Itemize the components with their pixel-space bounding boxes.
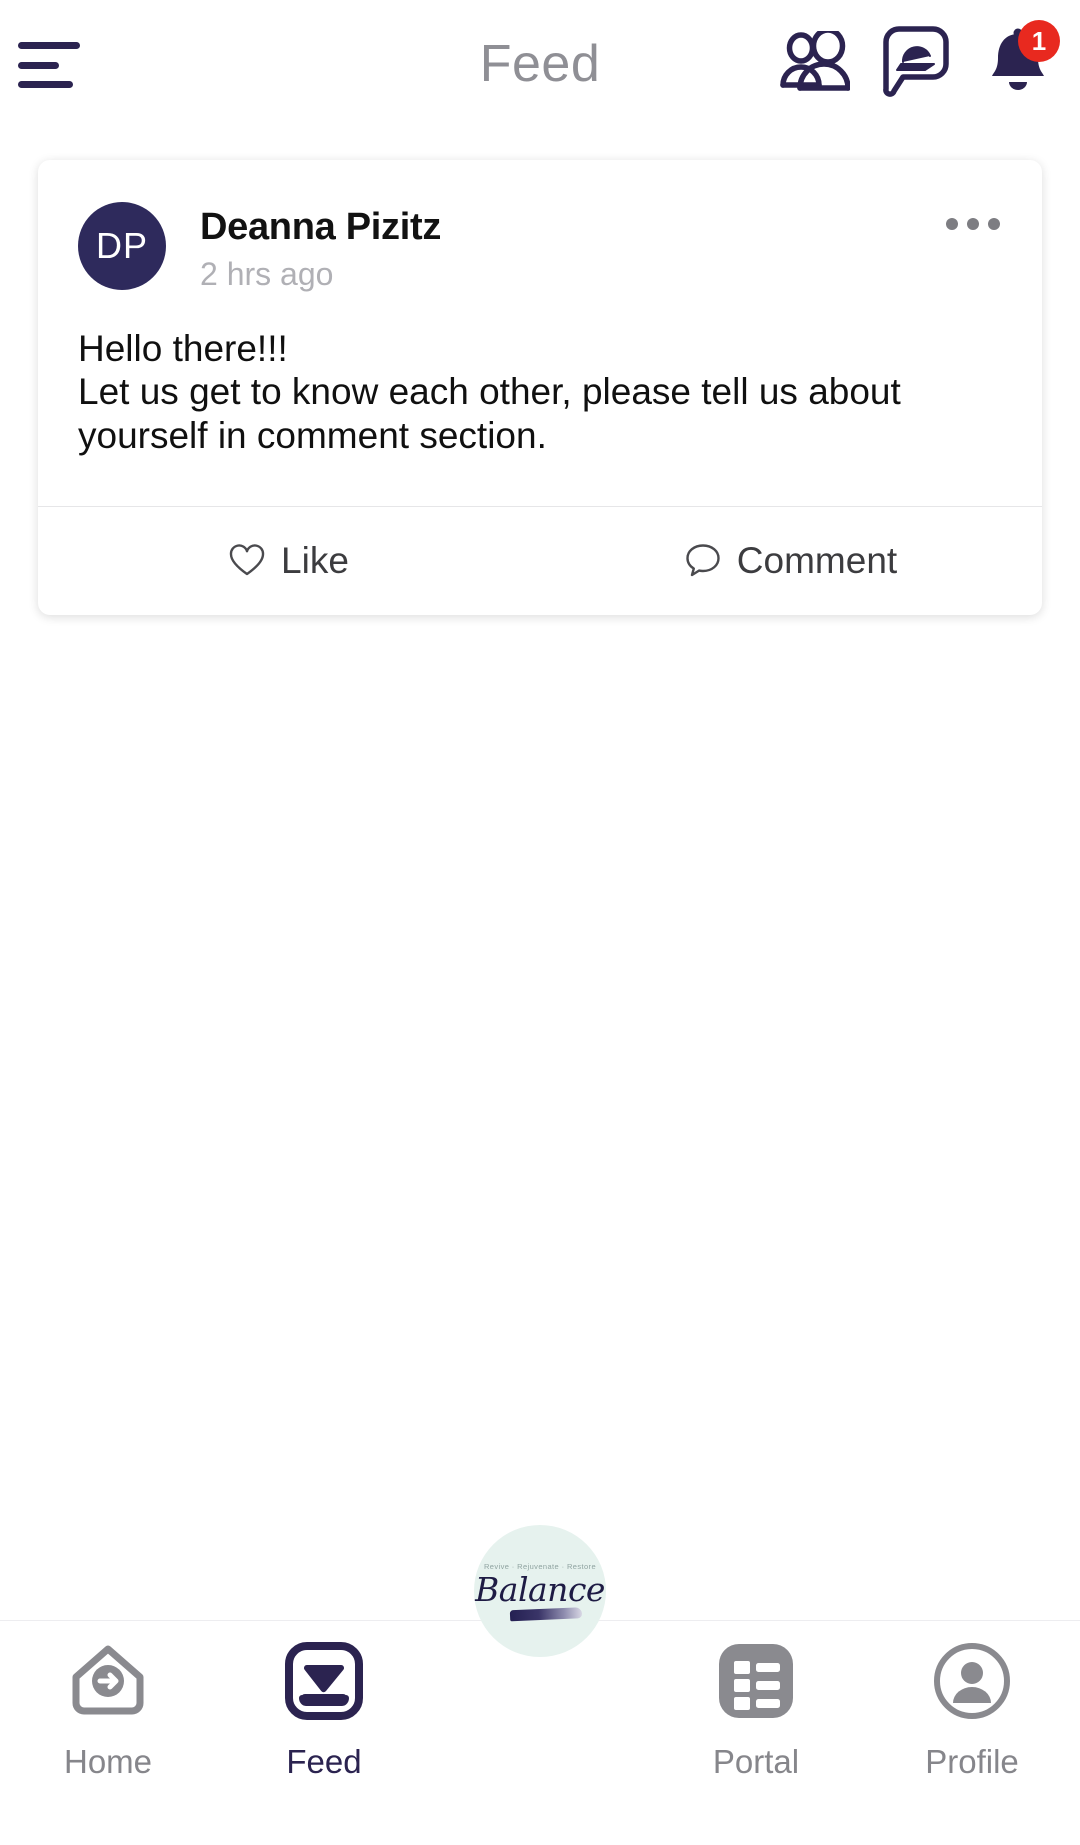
logo-wordmark: Balance xyxy=(475,1570,605,1609)
nav-item-portal[interactable]: Portal xyxy=(648,1639,864,1778)
logo-brush-stroke xyxy=(509,1607,583,1622)
speech-bubble-icon xyxy=(685,543,721,578)
app-header: Feed 1 xyxy=(0,0,1080,128)
like-label: Like xyxy=(281,539,349,581)
list-grid-icon xyxy=(717,1639,795,1723)
heart-outline-icon xyxy=(229,544,265,577)
nav-item-profile[interactable]: Profile xyxy=(864,1639,1080,1778)
notification-badge: 1 xyxy=(1018,20,1060,62)
post-meta: Deanna Pizitz 2 hrs ago xyxy=(200,202,441,293)
nav-label-feed: Feed xyxy=(286,1743,362,1780)
more-options-icon[interactable] xyxy=(938,204,1008,244)
avatar: DP xyxy=(78,202,166,290)
people-icon[interactable] xyxy=(774,22,854,102)
nav-label-profile: Profile xyxy=(925,1743,1019,1780)
dot-3 xyxy=(988,218,1000,230)
post-body-text: Hello there!!! Let us get to know each o… xyxy=(78,327,901,456)
app-root: Feed 1 DP Deanna Pizitz 2 hrs ago Hello … xyxy=(0,0,1080,1845)
comment-button[interactable]: Comment xyxy=(540,540,1042,582)
person-circle-icon xyxy=(932,1639,1012,1723)
nav-item-home[interactable]: Home xyxy=(0,1639,216,1778)
nav-label-portal: Portal xyxy=(712,1743,800,1780)
bell-icon[interactable]: 1 xyxy=(978,20,1060,102)
balance-logo[interactable]: Revive · Rejuvenate · Restore Balance xyxy=(474,1525,606,1657)
comment-label: Comment xyxy=(736,539,898,581)
post-card: DP Deanna Pizitz 2 hrs ago Hello there!!… xyxy=(38,160,1042,615)
home-arrow-icon xyxy=(66,1639,150,1723)
post-header: DP Deanna Pizitz 2 hrs ago xyxy=(38,160,1042,301)
chat-cap-icon[interactable] xyxy=(876,22,956,102)
dot-2 xyxy=(967,218,979,230)
post-actions: Like Comment xyxy=(38,507,1042,615)
feed-inbox-icon xyxy=(284,1639,364,1723)
like-button[interactable]: Like xyxy=(38,540,540,582)
post-timestamp: 2 hrs ago xyxy=(200,255,334,292)
post-author-name: Deanna Pizitz xyxy=(200,206,442,248)
nav-item-feed[interactable]: Feed xyxy=(216,1639,432,1778)
feed-content: DP Deanna Pizitz 2 hrs ago Hello there!!… xyxy=(0,128,1080,1620)
dot-1 xyxy=(946,218,958,230)
bottom-navigation: Home Feed Portal Profile Revive · Rejuve… xyxy=(0,1525,1080,1845)
header-actions: 1 xyxy=(774,20,1060,102)
nav-label-home: Home xyxy=(63,1743,153,1780)
